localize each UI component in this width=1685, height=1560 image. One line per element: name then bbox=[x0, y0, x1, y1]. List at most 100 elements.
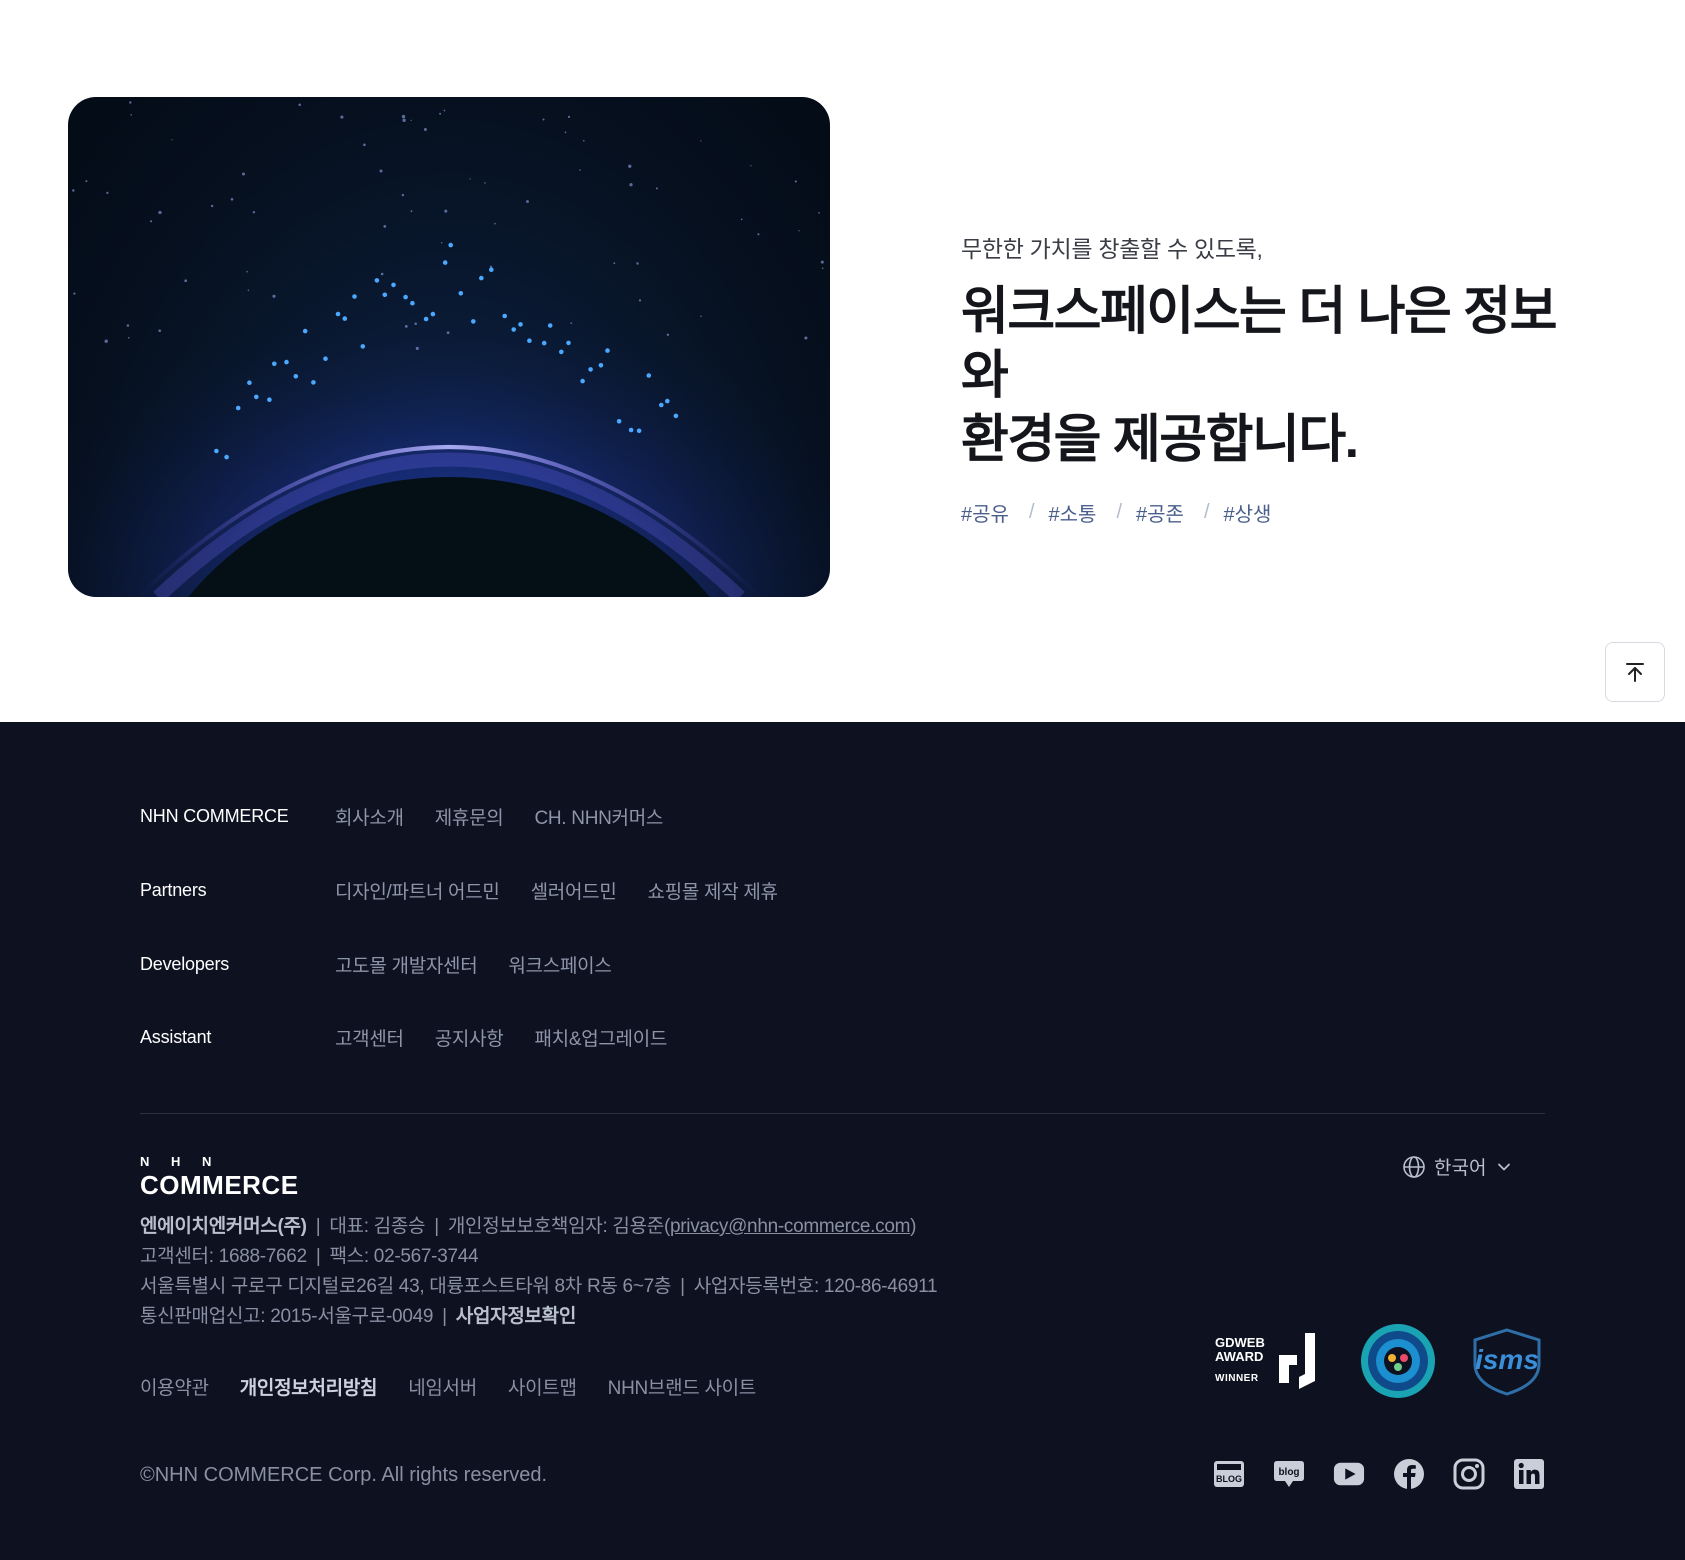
footer-link-mall-partnership[interactable]: 쇼핑몰 제작 제휴 bbox=[648, 877, 779, 904]
naver-blog-icon[interactable]: blog bbox=[1273, 1458, 1305, 1490]
nhn-brand-site-link[interactable]: NHN브랜드 사이트 bbox=[608, 1373, 757, 1400]
nhn-commerce-logo[interactable]: N H N COMMERCE bbox=[140, 1154, 299, 1200]
star bbox=[401, 114, 406, 119]
star bbox=[700, 315, 702, 317]
star bbox=[655, 187, 658, 190]
light-beam-tip bbox=[673, 413, 679, 419]
footer-nav-heading: Developers bbox=[140, 954, 230, 974]
light-beam-tip bbox=[224, 454, 229, 460]
globe-icon bbox=[1403, 1155, 1425, 1178]
star bbox=[638, 299, 642, 302]
footer-link-channel[interactable]: CH. NHN커머스 bbox=[534, 803, 663, 830]
footer-divider bbox=[140, 1113, 1545, 1114]
star bbox=[494, 222, 496, 225]
light-beam-tip bbox=[403, 294, 408, 300]
customer-center-phone: 고객센터: 1688-7662 bbox=[140, 1246, 307, 1267]
star bbox=[542, 118, 545, 121]
star bbox=[757, 233, 760, 236]
privacy-email-link[interactable]: privacy@nhn-commerce.com bbox=[670, 1216, 910, 1237]
light-beam-tip bbox=[518, 322, 523, 327]
sitemap-link[interactable]: 사이트맵 bbox=[508, 1373, 577, 1400]
youtube-icon[interactable] bbox=[1333, 1458, 1365, 1490]
light-beam-tip bbox=[284, 359, 289, 365]
star bbox=[794, 180, 797, 183]
instagram-icon[interactable] bbox=[1453, 1458, 1485, 1490]
svg-text:BLOG: BLOG bbox=[1216, 1474, 1242, 1484]
star bbox=[246, 270, 248, 273]
company-name: 엔에이치엔커머스(주) bbox=[140, 1216, 307, 1237]
star bbox=[666, 333, 670, 336]
isms-text: isms bbox=[1475, 1344, 1539, 1375]
blog-icon[interactable]: BLOG bbox=[1213, 1458, 1245, 1490]
star bbox=[446, 331, 450, 335]
star bbox=[469, 178, 471, 180]
light-beam-tip bbox=[430, 311, 436, 317]
footer-link-design-admin[interactable]: 디자인/파트너 어드민 bbox=[335, 877, 500, 904]
star bbox=[439, 112, 442, 115]
star bbox=[73, 292, 76, 295]
star bbox=[402, 118, 406, 122]
light-beam-tip bbox=[511, 327, 516, 332]
light-beam-tip bbox=[559, 349, 564, 355]
star bbox=[379, 169, 383, 173]
star bbox=[242, 172, 245, 176]
star bbox=[130, 114, 132, 116]
light-beam-tip bbox=[335, 311, 341, 317]
star bbox=[423, 128, 427, 131]
footer-link-customer-center[interactable]: 고객센터 bbox=[335, 1024, 404, 1051]
star bbox=[210, 204, 214, 208]
light-beam-tip bbox=[272, 361, 277, 367]
linkedin-icon[interactable] bbox=[1513, 1458, 1545, 1490]
business-registration: 사업자등록번호: 120-86-46911 bbox=[693, 1276, 938, 1297]
hero-title: 워크스페이스는 더 나은 정보와 환경을 제공합니다. bbox=[961, 280, 1601, 472]
star bbox=[171, 139, 173, 141]
light-beam-tip bbox=[566, 340, 571, 346]
light-beam-tip bbox=[502, 313, 508, 319]
light-beam-tip bbox=[374, 278, 380, 283]
star bbox=[126, 324, 130, 327]
footer-link-dev-center[interactable]: 고도몰 개발자센터 bbox=[335, 951, 478, 978]
light-beam-tip bbox=[527, 338, 532, 343]
hero-subtitle: 무한한 가치를 창출할 수 있도록, bbox=[961, 236, 1263, 262]
company-info-line2: 고객센터: 1688-7662 | 팩스: 02-567-3744 bbox=[140, 1246, 479, 1267]
footer-link-about[interactable]: 회사소개 bbox=[335, 803, 404, 830]
company-info-line1: 엔에이치엔커머스(주) | 대표: 김종승 | 개인정보보호책임자: 김용준(priva… bbox=[140, 1216, 917, 1237]
footer-nav-heading: Assistant bbox=[140, 1027, 212, 1047]
footer-link-patches[interactable]: 패치&업그레이드 bbox=[534, 1024, 667, 1051]
business-info-check-link[interactable]: 사업자정보확인 bbox=[456, 1306, 577, 1327]
star bbox=[380, 272, 384, 276]
light-beam-tip bbox=[391, 282, 396, 288]
hashtag-list: #공유 / #소통 / #공존 / #상생 bbox=[961, 498, 1601, 527]
star bbox=[570, 322, 573, 324]
star bbox=[613, 262, 616, 265]
star bbox=[628, 164, 632, 168]
footer-link-notices[interactable]: 공지사항 bbox=[435, 1024, 504, 1051]
star bbox=[383, 225, 387, 228]
star bbox=[127, 336, 130, 339]
light-beam-tip bbox=[580, 378, 585, 384]
logo-top-text: N H N bbox=[140, 1154, 221, 1169]
facebook-icon[interactable] bbox=[1393, 1458, 1425, 1490]
star bbox=[104, 339, 108, 343]
footer-link-partnership[interactable]: 제휴문의 bbox=[435, 803, 504, 830]
privacy-policy-link[interactable]: 개인정보처리방침 bbox=[240, 1373, 378, 1400]
star bbox=[363, 143, 366, 147]
light-beam-tip bbox=[323, 356, 328, 362]
language-selector[interactable]: 한국어 bbox=[1402, 1153, 1512, 1180]
nameserver-link[interactable]: 네임서버 bbox=[408, 1373, 477, 1400]
star bbox=[818, 212, 820, 214]
star bbox=[184, 279, 188, 283]
hashtag: #소통 bbox=[1048, 504, 1097, 526]
light-beam-tip bbox=[360, 344, 366, 349]
fax-number: 팩스: 02-567-3744 bbox=[329, 1246, 479, 1267]
star bbox=[484, 182, 486, 184]
light-beam-tip bbox=[605, 348, 610, 353]
svg-text:blog: blog bbox=[1278, 1467, 1299, 1478]
scroll-to-top-button[interactable] bbox=[1605, 642, 1665, 702]
star bbox=[340, 115, 344, 119]
footer-link-workspace[interactable]: 워크스페이스 bbox=[508, 951, 611, 978]
footer-link-seller-admin[interactable]: 셀러어드민 bbox=[531, 877, 617, 904]
terms-link[interactable]: 이용약관 bbox=[140, 1373, 209, 1400]
star bbox=[443, 109, 446, 112]
star bbox=[567, 115, 571, 119]
